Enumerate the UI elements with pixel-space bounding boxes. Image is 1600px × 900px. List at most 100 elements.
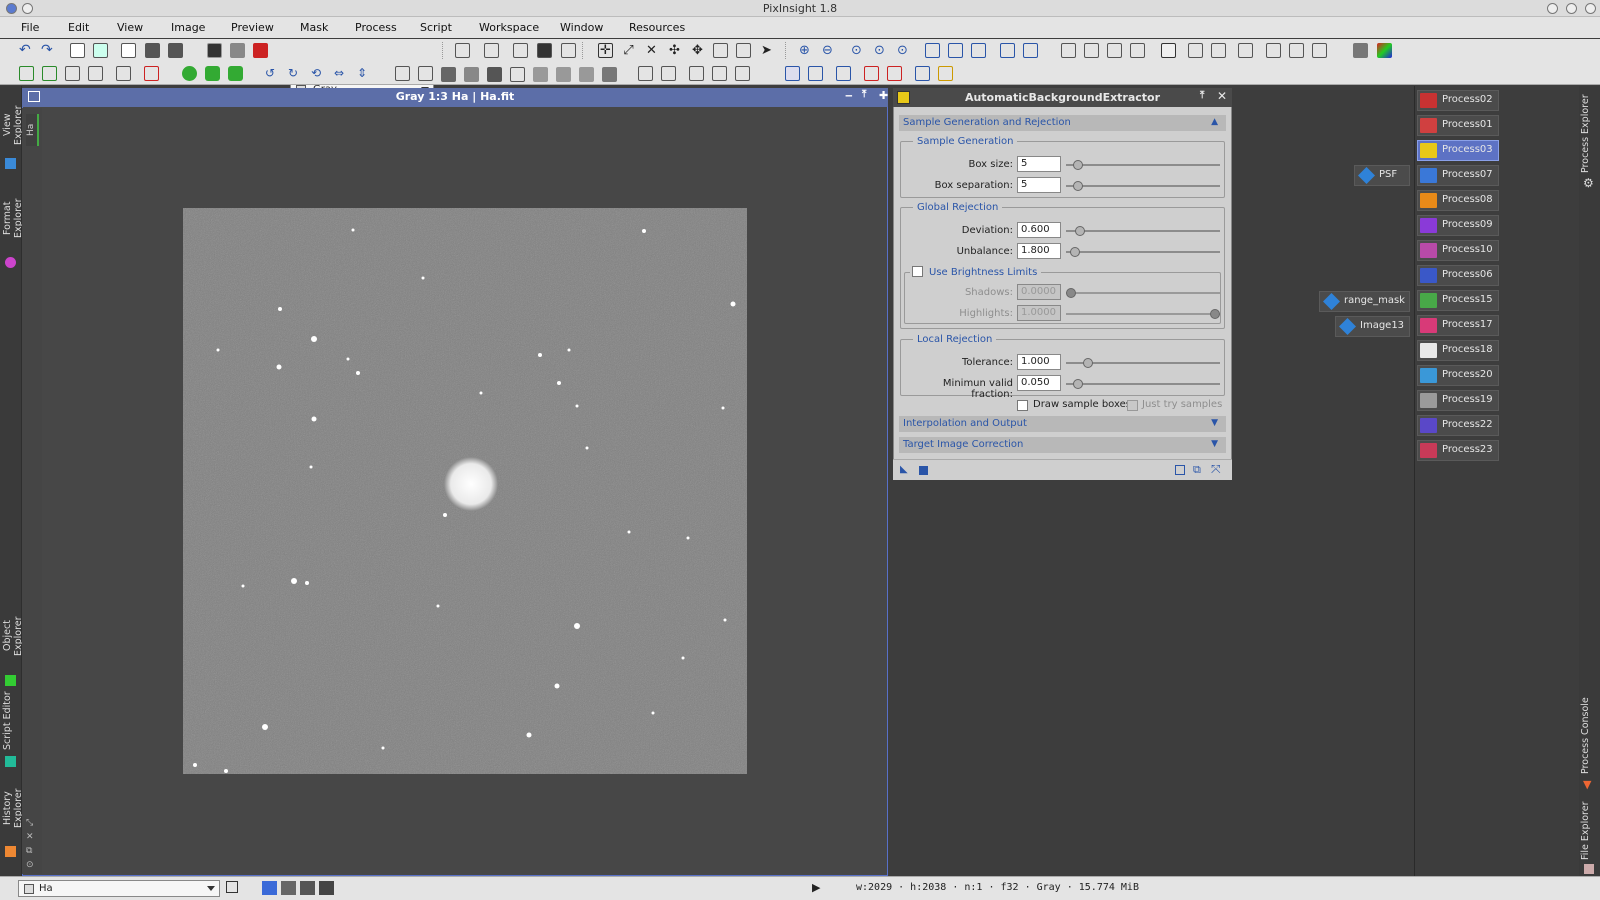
slider-knob[interactable] xyxy=(1210,309,1220,319)
render-mode-icon-f[interactable] xyxy=(556,67,571,82)
process-icon-process08[interactable]: Process08 xyxy=(1417,190,1499,211)
layout-icon-d[interactable] xyxy=(712,66,727,81)
highlights-slider[interactable] xyxy=(1066,309,1220,319)
channel-rgb-button[interactable] xyxy=(262,881,277,895)
menu-resources[interactable]: Resources xyxy=(629,21,685,34)
workspace-icon-range-mask[interactable]: range_mask xyxy=(1319,291,1410,312)
tolerance-slider[interactable] xyxy=(1066,358,1220,368)
channel-b-button[interactable] xyxy=(319,881,334,895)
reset-icon[interactable]: ⤧ xyxy=(1211,462,1221,477)
process-icon-process03[interactable]: Process03 xyxy=(1417,140,1499,161)
slider-knob[interactable] xyxy=(1066,288,1076,298)
mask-icon-d[interactable] xyxy=(1238,43,1253,58)
zoom-fit-icon[interactable]: ⊙ xyxy=(872,43,887,58)
channel-r-button[interactable] xyxy=(281,881,296,895)
use-brightness-checkbox[interactable] xyxy=(912,266,923,277)
window-menu-icon[interactable] xyxy=(22,3,33,14)
rotate-icon[interactable]: ↺ xyxy=(265,66,280,81)
channel-icon[interactable] xyxy=(1353,43,1368,58)
rotate-180-icon[interactable]: ⟲ xyxy=(311,66,326,81)
side-tool-icon-c[interactable]: ⧉ xyxy=(26,846,32,856)
process-icon-process17[interactable]: Process17 xyxy=(1417,315,1499,336)
preview-tool-icon-d[interactable] xyxy=(88,66,103,81)
rgb-icon[interactable] xyxy=(253,43,268,58)
tile-icon[interactable] xyxy=(1000,43,1015,58)
pan-icon[interactable]: ✥ xyxy=(690,43,705,58)
new-instance-icon[interactable]: ◣ xyxy=(900,464,908,475)
section-target-correction[interactable]: Target Image Correction ▼ xyxy=(899,437,1226,453)
render-mode-icon-h[interactable] xyxy=(602,67,617,82)
menu-file[interactable]: File xyxy=(21,21,39,34)
image-icon-b[interactable] xyxy=(168,43,183,58)
screen-icon-a[interactable] xyxy=(785,66,800,81)
redo-icon[interactable]: ↷ xyxy=(41,43,56,58)
box-separation-field[interactable]: 5 xyxy=(1017,177,1061,193)
unbalance-slider[interactable] xyxy=(1066,247,1220,257)
undo-icon[interactable]: ↶ xyxy=(19,43,34,58)
menu-mask[interactable]: Mask xyxy=(300,21,328,34)
menu-process[interactable]: Process xyxy=(355,21,397,34)
mask-icon-e[interactable] xyxy=(1266,43,1281,58)
deviation-field[interactable]: 0.600 xyxy=(1017,222,1061,238)
tab-script-editor[interactable]: Script Editor xyxy=(2,690,20,752)
section-sample-generation[interactable]: Sample Generation and Rejection ▲ xyxy=(899,115,1226,131)
preview-tool-icon-c[interactable] xyxy=(65,66,80,81)
green-action-icon-c[interactable] xyxy=(228,66,243,81)
tab-history-explorer[interactable]: History Explorer xyxy=(2,772,24,844)
mask-icon-b[interactable] xyxy=(1188,43,1203,58)
render-mode-icon-g[interactable] xyxy=(579,67,594,82)
geometry-icon-b[interactable] xyxy=(418,66,433,81)
render-mode-icon-b[interactable] xyxy=(464,67,479,82)
side-tool-icon-b[interactable]: ✕ xyxy=(26,832,34,842)
layout-icon-a[interactable] xyxy=(638,66,653,81)
apply-global-icon[interactable] xyxy=(919,466,928,475)
tab-image-ha[interactable]: Ha xyxy=(26,114,39,146)
astro-image[interactable] xyxy=(183,208,747,774)
view-lock-icon[interactable] xyxy=(226,881,238,893)
menu-window[interactable]: Window xyxy=(560,21,603,34)
render-mode-icon-e[interactable] xyxy=(533,67,548,82)
slider-knob[interactable] xyxy=(1074,226,1085,236)
use-brightness-label[interactable]: Use Brightness Limits xyxy=(929,267,1037,278)
shade-icon[interactable]: ⤒ xyxy=(862,89,866,100)
box-separation-slider[interactable] xyxy=(1066,181,1220,191)
unbalance-field[interactable]: 1.800 xyxy=(1017,243,1061,259)
fit-window-icon[interactable] xyxy=(484,43,499,58)
stf-icon-c[interactable] xyxy=(1107,43,1122,58)
deviation-slider[interactable] xyxy=(1066,226,1220,236)
render-mode-icon-c[interactable] xyxy=(487,67,502,82)
green-action-icon-b[interactable] xyxy=(205,66,220,81)
menu-edit[interactable]: Edit xyxy=(68,21,89,34)
tab-view-explorer[interactable]: View Explorer xyxy=(2,94,24,156)
zoom-in-icon[interactable]: ⊕ xyxy=(797,43,812,58)
maximize-icon[interactable] xyxy=(1566,3,1577,14)
zoom-custom-icon[interactable]: ⊙ xyxy=(895,43,910,58)
preview-icon-a[interactable] xyxy=(537,43,552,58)
preview-tool-icon-e[interactable] xyxy=(116,66,131,81)
mask-icon-c[interactable] xyxy=(1211,43,1226,58)
process-icon-process15[interactable]: Process15 xyxy=(1417,290,1499,311)
process-icon-process20[interactable]: Process20 xyxy=(1417,365,1499,386)
expand-icon[interactable]: ✣ xyxy=(667,43,682,58)
browse-doc-icon[interactable] xyxy=(1175,465,1185,475)
invert-icon[interactable] xyxy=(207,43,222,58)
section-interpolation[interactable]: Interpolation and Output ▼ xyxy=(899,416,1226,432)
screen-icon-d[interactable] xyxy=(864,66,879,81)
zoom-1-icon[interactable]: ⊙ xyxy=(849,43,864,58)
shade-icon[interactable]: ⤒ xyxy=(1200,90,1204,101)
process-icon-process07[interactable]: Process07 xyxy=(1417,165,1499,186)
maximize-icon[interactable]: ✚ xyxy=(879,89,888,102)
box-size-slider[interactable] xyxy=(1066,160,1220,170)
process-icon-process22[interactable]: Process22 xyxy=(1417,415,1499,436)
minimize-icon[interactable] xyxy=(1547,3,1558,14)
box-size-field[interactable]: 5 xyxy=(1017,156,1061,172)
menu-image[interactable]: Image xyxy=(171,21,205,34)
window-icon-b[interactable] xyxy=(948,43,963,58)
tolerance-field[interactable]: 1.000 xyxy=(1017,354,1061,370)
screen-icon-f[interactable] xyxy=(915,66,930,81)
preview-tool-icon-b[interactable] xyxy=(42,66,57,81)
screen-icon-b[interactable] xyxy=(808,66,823,81)
close-icon[interactable] xyxy=(1585,3,1596,14)
screen-icon-c[interactable] xyxy=(836,66,851,81)
process-icon-process01[interactable]: Process01 xyxy=(1417,115,1499,136)
